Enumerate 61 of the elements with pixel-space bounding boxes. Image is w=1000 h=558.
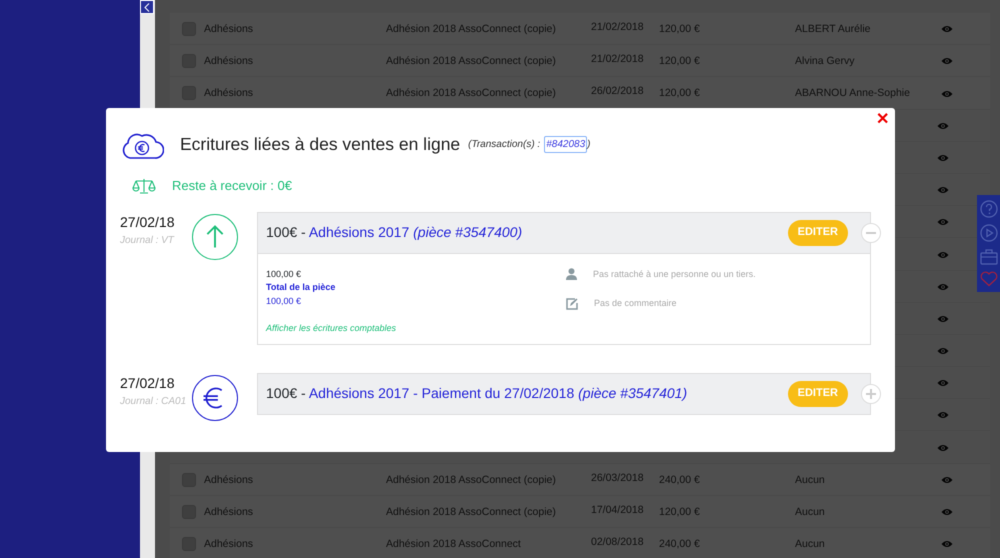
table-cell-text: Adhésion 2018 AssoConnect <box>386 537 522 552</box>
table-cell-text: Alvina Gervy <box>795 54 856 70</box>
table-cell-text: Adhésions <box>204 537 254 552</box>
help-icon[interactable] <box>980 200 998 218</box>
euro-icon <box>192 374 238 420</box>
table-cell-text: 26/02/2018 <box>591 84 645 99</box>
table-cell-text: Adhésions <box>204 54 254 70</box>
modal-title: Ecritures liées à des ventes en ligne <box>180 132 460 156</box>
transaction-link[interactable]: #842083 <box>544 136 588 152</box>
person-text: Pas rattaché à une personne ou un tiers. <box>593 268 756 281</box>
journal-label: Journal : CA01 <box>120 394 188 408</box>
table-cell-text: Aucun <box>795 472 826 488</box>
table-cell-text: Aucun <box>795 537 826 552</box>
balance-text: Reste à recevoir : 0€ <box>172 177 292 195</box>
amount-text: 100,00 € <box>266 268 302 280</box>
table-cell-text: Adhésion 2018 AssoConnect (copie) <box>386 22 557 37</box>
table-cell-text: Adhésion 2018 AssoConnect (copie) <box>386 54 557 70</box>
table-cell-text: Adhésion 2018 AssoConnect (copie) <box>386 504 557 520</box>
table-cell-text: ABARNOU Anne-Sophie <box>795 86 911 102</box>
accounting-link[interactable]: Afficher les écritures comptables <box>266 322 566 336</box>
comment-text: Pas de commentaire <box>594 297 677 310</box>
chevron-left-icon <box>144 2 150 12</box>
table-cell-text: 21/02/2018 <box>591 20 645 34</box>
table-cell-text: Adhésions <box>204 86 254 102</box>
table-cell-text: Adhésion 2018 AssoConnect (copie) <box>386 86 557 102</box>
table-cell-text: 120,00 € <box>659 504 701 520</box>
table-cell-text: Aucun <box>795 504 826 520</box>
table-cell-text: 02/08/2018 <box>591 535 645 550</box>
transaction-label: (Transaction(s) : <box>468 138 540 152</box>
table-cell-text: 240,00 € <box>659 472 701 488</box>
table-cell-text: 17/04/2018 <box>591 502 645 517</box>
edit-button[interactable]: EDITER <box>788 220 848 246</box>
table-cell-text: 120,00 € <box>659 54 701 70</box>
scales-icon <box>132 178 156 194</box>
transaction-label: ) <box>587 138 590 152</box>
plus-icon <box>865 388 877 400</box>
table-cell-text: 120,00 € <box>659 22 701 37</box>
table-cell-text: Adhésions <box>204 504 254 520</box>
heart-icon[interactable] <box>980 270 998 287</box>
briefcase-icon[interactable] <box>980 248 998 265</box>
table-cell-text: ALBERT Aurélie <box>795 22 872 37</box>
table-cell-text: Adhésion 2018 AssoConnect (copie) <box>386 472 557 488</box>
table-cell-text: 26/03/2018 <box>591 470 645 485</box>
person-icon <box>566 268 577 280</box>
table-cell-text: 21/02/2018 <box>591 52 645 66</box>
total-label: Total de la pièce <box>266 281 336 294</box>
table-cell-text: Adhésions <box>204 472 254 488</box>
table-cell-text: 120,00 € <box>659 86 701 102</box>
entry-date: 27/02/18 <box>120 212 176 232</box>
play-icon[interactable] <box>980 224 998 242</box>
journal-label: Journal : VT <box>120 234 176 248</box>
table-cell-text: Adhésions <box>204 22 254 37</box>
total-value: 100,00 € <box>266 294 302 308</box>
close-button[interactable]: ✕ <box>874 112 891 128</box>
expand-button[interactable] <box>861 384 881 404</box>
entry-date: 27/02/18 <box>120 374 176 392</box>
edit-button[interactable]: EDITER <box>788 380 848 406</box>
edit-note-icon <box>566 298 578 310</box>
entry-title: 100€ - Adhésions 2017 (pièce #3547400) <box>266 223 522 242</box>
entry-title: 100€ - Adhésions 2017 - Paiement du 27/02/2018 (pièce #3547401) <box>266 384 688 403</box>
table-cell-text: 240,00 € <box>659 537 701 552</box>
